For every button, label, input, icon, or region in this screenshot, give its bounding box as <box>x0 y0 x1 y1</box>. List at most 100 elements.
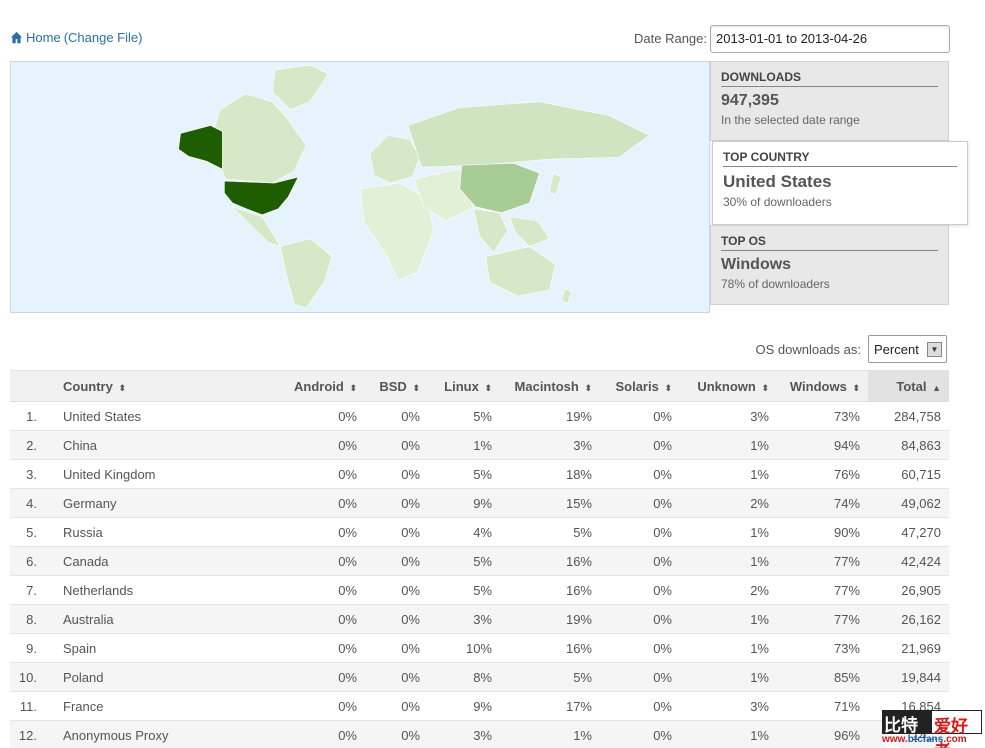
map-new-zealand <box>561 287 572 305</box>
sort-up-icon: ▲ <box>932 382 941 393</box>
world-map[interactable] <box>10 61 710 313</box>
cell-unknown: 1% <box>750 727 769 743</box>
table-row[interactable]: 8. Australia 0% 0% 3% 19% 0% 1% 77% 26,162 <box>10 604 949 634</box>
cell-country: Russia <box>63 524 103 540</box>
os-downloads-select[interactable]: Percent ▼ <box>868 335 947 363</box>
cell-android: 0% <box>338 408 357 424</box>
cell-solaris: 0% <box>653 524 672 540</box>
top-country-value: United States <box>723 172 832 191</box>
table-row[interactable]: 11. France 0% 0% 9% 17% 0% 3% 71% 16,854 <box>10 692 949 721</box>
cell-solaris: 0% <box>653 698 672 714</box>
cell-android: 0% <box>338 553 357 569</box>
cell-linux: 9% <box>473 495 492 511</box>
cell-macintosh: 18% <box>565 466 592 482</box>
cell-rank: 2. <box>26 437 37 453</box>
downloads-sub: In the selected date range <box>721 113 860 127</box>
top-os-sub: 78% of downloaders <box>721 277 830 291</box>
table-row[interactable]: 7. Netherlands 0% 0% 5% 16% 0% 2% 77% 26,905 <box>10 576 949 605</box>
cell-country: United Kingdom <box>63 466 156 482</box>
sort-icon: ⬍ <box>584 382 592 393</box>
map-greenland <box>271 64 329 110</box>
cell-windows: 73% <box>833 408 860 424</box>
top-os-panel[interactable]: TOP OS Windows 78% of downloaders <box>710 225 949 305</box>
watermark-text-b: 爱好者 <box>931 710 982 748</box>
map-japan <box>549 172 562 196</box>
cell-unknown: 1% <box>750 640 769 656</box>
cell-linux: 9% <box>473 698 492 714</box>
cell-rank: 4. <box>26 495 37 511</box>
cell-macintosh: 17% <box>565 698 592 714</box>
table-row[interactable]: 6. Canada 0% 0% 5% 16% 0% 1% 77% 42,424 <box>10 546 949 576</box>
top-country-panel[interactable]: TOP COUNTRY United States 30% of downloa… <box>712 141 968 225</box>
header-unknown[interactable]: Unknown ⬍ <box>680 371 777 402</box>
cell-windows: 85% <box>833 669 860 685</box>
change-file-link[interactable]: (Change File) <box>64 30 143 45</box>
cell-unknown: 1% <box>750 466 769 482</box>
cell-rank: 3. <box>26 466 37 482</box>
cell-solaris: 0% <box>653 408 672 424</box>
sort-icon: ⬍ <box>412 382 420 393</box>
table-row[interactable]: 5. Russia 0% 0% 4% 5% 0% 1% 90% 47,270 <box>10 518 949 547</box>
table-row[interactable]: 1. United States 0% 0% 5% 19% 0% 3% 73% 284,758 <box>10 402 949 431</box>
cell-solaris: 0% <box>653 582 672 598</box>
map-south-america <box>279 238 333 309</box>
table-row[interactable]: 12. Anonymous Proxy 0% 0% 3% 1% 0% 1% 96% 14,... <box>10 720 949 748</box>
cell-bsd: 0% <box>401 437 420 453</box>
map-india <box>473 208 508 253</box>
cell-bsd: 0% <box>401 553 420 569</box>
home-icon <box>10 31 23 44</box>
cell-linux: 3% <box>473 611 492 627</box>
cell-unknown: 1% <box>750 553 769 569</box>
downloads-panel[interactable]: DOWNLOADS 947,395 In the selected date r… <box>710 61 949 141</box>
header-country[interactable]: Country ⬍ <box>55 371 280 402</box>
table-row[interactable]: 3. United Kingdom 0% 0% 5% 18% 0% 1% 76% 60,715 <box>10 460 949 489</box>
cell-rank: 8. <box>26 611 37 627</box>
top-os-value: Windows <box>721 256 792 273</box>
sort-icon: ⬍ <box>118 382 127 393</box>
cell-macintosh: 1% <box>573 727 592 743</box>
header-windows[interactable]: Windows ⬍ <box>777 371 868 402</box>
cell-rank: 10. <box>18 669 37 685</box>
sort-icon: ⬍ <box>664 382 672 393</box>
cell-android: 0% <box>338 524 357 540</box>
cell-windows: 96% <box>833 727 860 743</box>
cell-linux: 5% <box>473 582 492 598</box>
cell-rank: 12. <box>18 727 37 743</box>
chevron-down-icon[interactable]: ▼ <box>927 342 942 357</box>
date-range-label: Date Range: <box>634 31 707 46</box>
cell-unknown: 3% <box>750 408 769 424</box>
cell-macintosh: 5% <box>573 669 592 685</box>
header-android[interactable]: Android ⬍ <box>280 371 365 402</box>
cell-unknown: 1% <box>750 611 769 627</box>
cell-total: 49,062 <box>901 495 941 511</box>
cell-country: China <box>63 437 97 453</box>
downloads-title: DOWNLOADS <box>721 70 938 87</box>
cell-bsd: 0% <box>401 698 420 714</box>
home-link[interactable]: Home (Change File) <box>10 30 142 45</box>
header-solaris[interactable]: Solaris ⬍ <box>600 371 680 402</box>
os-downloads-row: OS downloads as: Percent ▼ <box>10 335 947 363</box>
cell-rank: 6. <box>26 553 37 569</box>
sort-icon: ⬍ <box>349 382 357 393</box>
cell-rank: 11. <box>19 698 37 714</box>
date-range-input[interactable]: 2013-01-01 to 2013-04-26 <box>710 25 950 53</box>
cell-macintosh: 16% <box>565 553 592 569</box>
table-row[interactable]: 4. Germany 0% 0% 9% 15% 0% 2% 74% 49,062 <box>10 488 949 518</box>
cell-bsd: 0% <box>401 727 420 743</box>
header-bsd[interactable]: BSD ⬍ <box>365 371 428 402</box>
table-row[interactable]: 9. Spain 0% 0% 10% 16% 0% 1% 73% 21,969 <box>10 634 949 663</box>
cell-android: 0% <box>338 669 357 685</box>
cell-android: 0% <box>338 466 357 482</box>
cell-macintosh: 16% <box>565 640 592 656</box>
cell-windows: 71% <box>833 698 860 714</box>
table-row[interactable]: 10. Poland 0% 0% 8% 5% 0% 1% 85% 19,844 <box>10 662 949 692</box>
header-total[interactable]: Total ▲ <box>868 370 949 402</box>
cell-rank: 5. <box>26 524 37 540</box>
table-row[interactable]: 2. China 0% 0% 1% 3% 0% 1% 94% 84,863 <box>10 430 949 460</box>
cell-macintosh: 15% <box>565 495 592 511</box>
header-linux[interactable]: Linux ⬍ <box>428 371 500 402</box>
header-macintosh[interactable]: Macintosh ⬍ <box>500 371 600 402</box>
cell-macintosh: 16% <box>565 582 592 598</box>
cell-android: 0% <box>338 582 357 598</box>
cell-country: Germany <box>63 495 117 511</box>
